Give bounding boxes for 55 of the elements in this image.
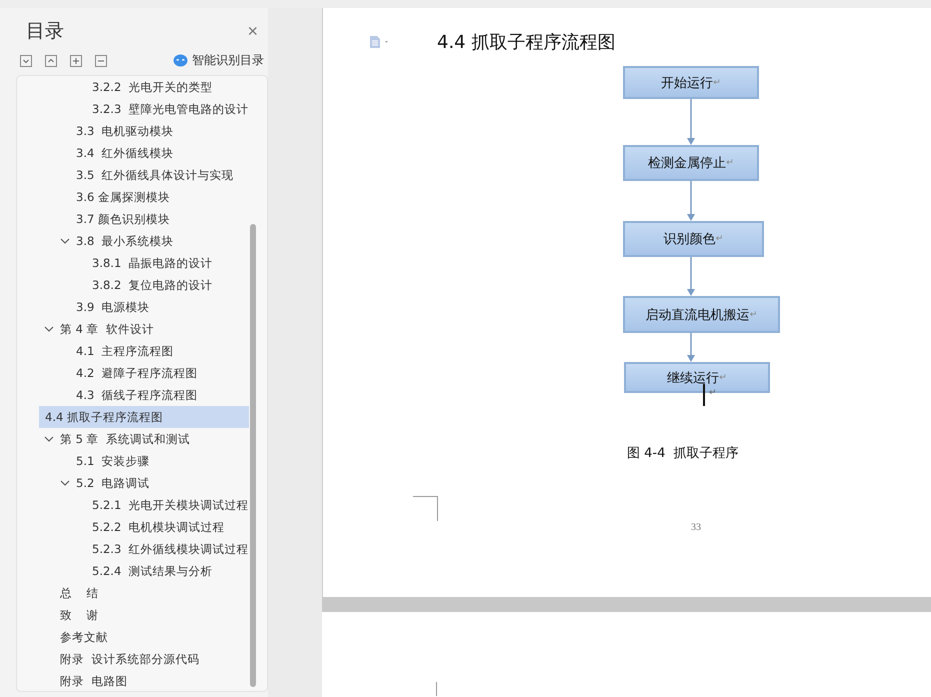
- toc-item[interactable]: 3.4 红外循线模块: [17, 142, 249, 164]
- scrollbar-thumb[interactable]: [250, 224, 256, 687]
- toc-item[interactable]: 3.8 最小系统模块: [17, 230, 249, 252]
- toc-item[interactable]: 第 4 章 软件设计: [17, 318, 249, 340]
- flow-step: 开始运行↵: [623, 66, 759, 99]
- crop-mark: [413, 496, 438, 521]
- plus-icon[interactable]: [70, 54, 82, 66]
- crop-mark: [436, 682, 437, 696]
- figure-caption: 图 4-4 抓取子程序: [627, 445, 739, 462]
- chevron-icon[interactable]: [44, 324, 54, 334]
- page-number: 33: [691, 522, 701, 533]
- flow-step: 启动直流电机搬运↵: [623, 296, 780, 333]
- toc-item[interactable]: 3.8.1 晶振电路的设计: [17, 252, 249, 274]
- toc-item[interactable]: 致 谢: [17, 604, 249, 626]
- expand-icon[interactable]: [45, 54, 57, 66]
- toc-item[interactable]: 5.2.4 测试结果与分析: [17, 560, 249, 582]
- toc-item[interactable]: 3.2.3 壁障光电管电路的设计: [17, 98, 249, 120]
- toc-item[interactable]: 5.1 安装步骤: [17, 450, 249, 472]
- flow-step: 检测金属停止↵: [623, 145, 759, 181]
- text-cursor: [703, 384, 705, 406]
- toc-item[interactable]: 5.2 电路调试: [17, 472, 249, 494]
- toc-item[interactable]: 4.1 主程序流程图: [17, 340, 249, 362]
- toc-item[interactable]: 总 结: [17, 582, 249, 604]
- toc-item[interactable]: 第 5 章 系统调试和测试: [17, 428, 249, 450]
- flow-arrow: [687, 333, 695, 362]
- toc-item[interactable]: 4.2 避障子程序流程图: [17, 362, 249, 384]
- toc-item[interactable]: 5.2.1 光电开关模块调试过程: [17, 494, 249, 516]
- toc-item[interactable]: 参考文献: [17, 626, 249, 648]
- toc-item[interactable]: 4.4 抓取子程序流程图: [39, 406, 249, 428]
- toc-item[interactable]: 3.7 颜色识别模块: [17, 208, 249, 230]
- chevron-icon[interactable]: [60, 236, 70, 246]
- toc-item[interactable]: 5.2.2 电机模块调试过程: [17, 516, 249, 538]
- toc-item[interactable]: 3.3 电机驱动模块: [17, 120, 249, 142]
- smart-toc-button[interactable]: 智能识别目录: [173, 52, 264, 69]
- toc-item[interactable]: 3.2.2 光电开关的类型: [17, 76, 249, 98]
- section-heading: 4.4 抓取子程序流程图: [437, 31, 616, 54]
- flow-arrow: [687, 181, 695, 221]
- cloud-icon: [173, 54, 188, 67]
- toc-item[interactable]: 4.3 循线子程序流程图: [17, 384, 249, 406]
- chevron-icon[interactable]: [60, 478, 70, 488]
- close-button[interactable]: ×: [245, 22, 260, 40]
- collapse-icon[interactable]: [20, 54, 32, 66]
- sidebar-title: 目录: [26, 19, 64, 44]
- toc-item[interactable]: 附录 设计系统部分源代码: [17, 648, 249, 670]
- toc-item[interactable]: 3.8.2 复位电路的设计: [17, 274, 249, 296]
- flow-arrow: [687, 257, 695, 296]
- toc-item[interactable]: 附录 电路图: [17, 670, 249, 691]
- toc-item[interactable]: 3.6 金属探测模块: [17, 186, 249, 208]
- toc-item[interactable]: 3.9 电源模块: [17, 296, 249, 318]
- minus-icon[interactable]: [95, 54, 107, 66]
- toc-item[interactable]: 5.2.3 红外循线模块调试过程: [17, 538, 249, 560]
- flow-arrow: [687, 99, 695, 145]
- chevron-icon[interactable]: [44, 434, 54, 444]
- toc-item[interactable]: 3.5 红外循线具体设计与实现: [17, 164, 249, 186]
- flow-step: 识别颜色↵: [623, 221, 764, 257]
